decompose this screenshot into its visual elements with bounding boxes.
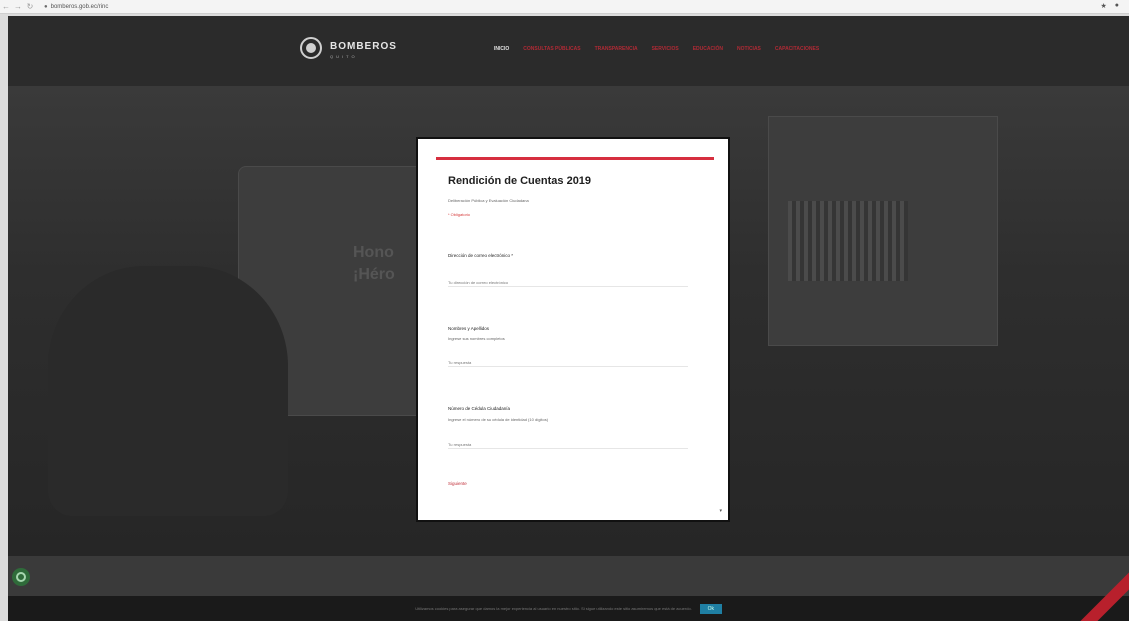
cookie-banner: Utilizamos cookies para asegurar que dam… [8, 596, 1129, 621]
cookie-text: Utilizamos cookies para asegurar que dam… [415, 606, 692, 611]
reload-icon[interactable]: ↻ [24, 2, 36, 11]
hero-line: ¡Héro [353, 266, 395, 283]
question-title: Nombres y Apellidos [448, 326, 490, 331]
forward-icon[interactable]: → [12, 2, 24, 11]
nav-item-inicio[interactable]: Inicio [494, 46, 509, 52]
form-modal: Rendición de Cuentas 2019 Deliberación P… [416, 137, 730, 522]
hero-heading: Hono ¡Héro [353, 242, 395, 286]
logo-text: BOMBEROS [330, 41, 397, 52]
logo-emblem-icon [300, 36, 322, 59]
nav-item-consultas[interactable]: Consultas Públicas [523, 46, 580, 52]
site-logo[interactable]: BOMBEROS QUITO [300, 36, 397, 59]
question-title: Dirección de correo electrónico * [448, 253, 514, 258]
address-bar[interactable]: ● bomberos.gob.ec/rinc [44, 4, 108, 10]
lock-icon: ● [44, 3, 48, 10]
back-icon[interactable]: ← [0, 2, 12, 11]
star-icon[interactable]: ★ [1100, 2, 1106, 10]
question-description: Ingrese el número de su cédula de identi… [448, 417, 549, 422]
nav-item-transparencia[interactable]: Transparencia [595, 46, 638, 52]
nav-item-capacitaciones[interactable]: Capacitaciones [775, 46, 819, 52]
form-subtitle: Deliberación Pública y Evaluación Ciudad… [448, 198, 529, 203]
logo-subtext: QUITO [330, 54, 358, 59]
profile-icon[interactable]: ● [1115, 2, 1119, 10]
name-field[interactable] [448, 359, 688, 367]
hero-line: Hono [353, 244, 394, 261]
truck-grille-image [788, 201, 908, 281]
main-nav: Inicio Consultas Públicas Transparencia … [494, 46, 854, 52]
nav-item-educacion[interactable]: Educación [693, 46, 723, 52]
required-note: * Obligatorio [448, 212, 471, 217]
email-field[interactable] [448, 279, 688, 287]
cookie-ok-button[interactable]: Ok [699, 603, 722, 614]
question-title: Número de Cédula Ciudadanía [448, 406, 511, 411]
question-description: Ingrese sus nombres completos [448, 336, 505, 341]
nav-item-noticias[interactable]: Noticias [737, 46, 761, 52]
nav-item-servicios[interactable]: Servicios [652, 46, 679, 52]
footer-strip [8, 556, 1129, 596]
form-title: Rendición de Cuentas 2019 [448, 175, 592, 187]
next-button[interactable]: Siguiente [448, 481, 467, 486]
form-header-accent [436, 157, 714, 160]
browser-toolbar: ← → ↻ ● bomberos.gob.ec/rinc ★ ● [0, 0, 1129, 14]
whatsapp-icon[interactable] [12, 568, 30, 586]
id-number-field[interactable] [448, 441, 688, 449]
site-header: BOMBEROS QUITO Inicio Consultas Públicas… [8, 16, 1129, 86]
firefighters-image [48, 266, 288, 516]
url-text: bomberos.gob.ec/rinc [50, 3, 109, 10]
scroll-indicator-icon[interactable]: ▾ [719, 508, 722, 514]
